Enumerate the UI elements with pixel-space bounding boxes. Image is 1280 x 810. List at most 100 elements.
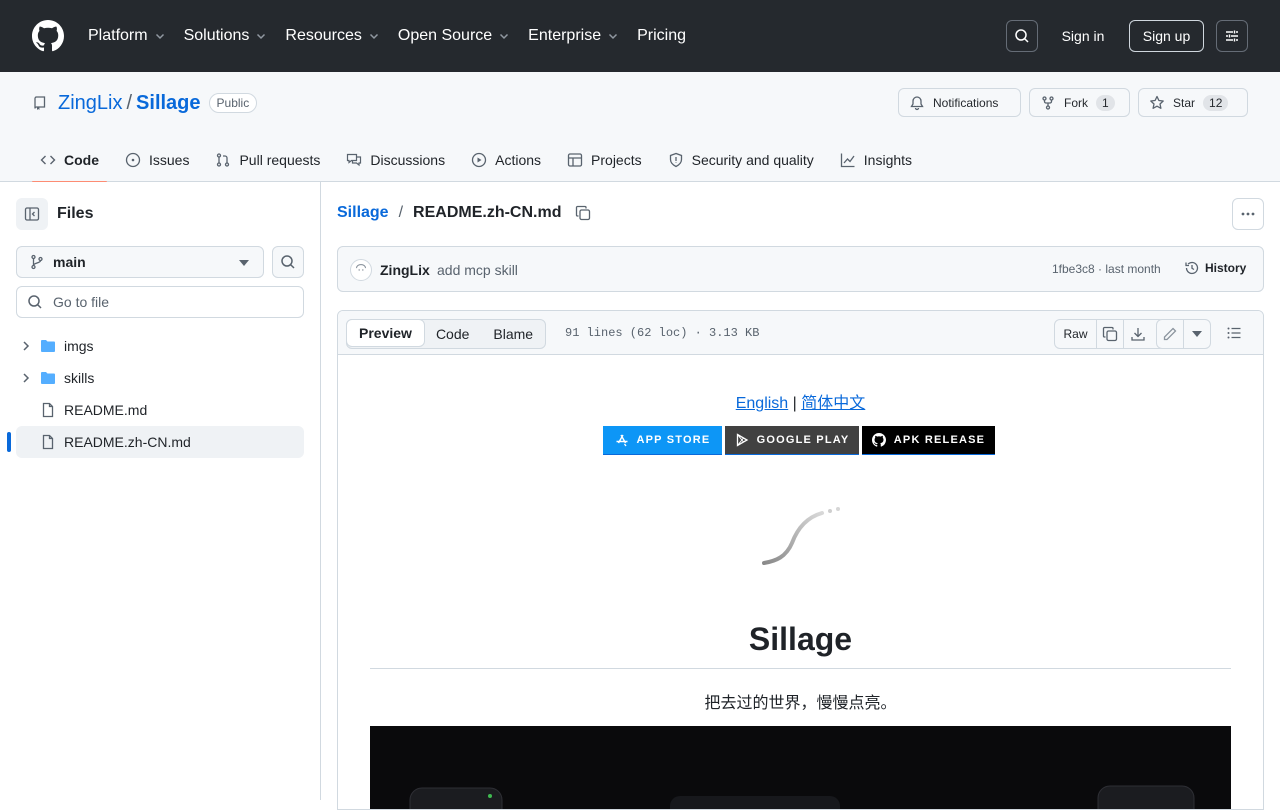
- commit-author[interactable]: ZingLix: [380, 262, 430, 278]
- breadcrumb-repo-link[interactable]: Sillage: [337, 204, 389, 222]
- download-button[interactable]: [1124, 320, 1151, 348]
- nav-platform[interactable]: Platform: [88, 0, 166, 72]
- file-search-button[interactable]: [272, 246, 304, 278]
- star-label: Star: [1173, 95, 1196, 110]
- collapse-sidebar-button[interactable]: [16, 198, 48, 230]
- nav-label: Open Source: [397, 27, 493, 44]
- list-unordered-icon[interactable]: [1226, 325, 1242, 341]
- tab-label: Projects: [591, 152, 642, 168]
- pull-request-icon: [217, 153, 230, 167]
- tab-projects[interactable]: Projects: [559, 138, 650, 182]
- graph-icon: [840, 153, 855, 168]
- google-play-badge[interactable]: GOOGLE PLAY: [725, 426, 859, 455]
- breadcrumb-separator: /: [398, 204, 404, 221]
- tab-insights[interactable]: Insights: [832, 138, 920, 182]
- go-to-file-input[interactable]: Go to file: [16, 286, 304, 318]
- apk-release-badge[interactable]: APK RELEASE: [862, 426, 995, 455]
- chevron-down-icon: [257, 33, 266, 40]
- badge-label: APP STORE: [636, 434, 711, 446]
- raw-copy-download-group: Raw: [1054, 319, 1165, 349]
- breadcrumb-file-name: README.zh-CN.md: [413, 204, 562, 221]
- notifications-button[interactable]: Notifications: [898, 88, 1021, 117]
- nav-open-source[interactable]: Open Source: [398, 0, 510, 72]
- chevron-down-icon: [609, 33, 618, 40]
- tree-item-imgs[interactable]: imgs: [16, 330, 304, 362]
- issue-icon: [125, 152, 141, 168]
- sidebar-title: Files: [57, 205, 94, 222]
- history-button[interactable]: History: [1184, 260, 1246, 276]
- git-branch-icon: [31, 254, 43, 270]
- star-button[interactable]: Star 12: [1138, 88, 1248, 117]
- view-blame-button[interactable]: Blame: [481, 320, 545, 348]
- search-icon: [281, 255, 295, 269]
- repo-owner-link[interactable]: ZingLix: [58, 92, 122, 115]
- fork-count: 1: [1096, 94, 1115, 111]
- file-tree-sidebar: Files main Go to file imgs skills README…: [0, 182, 321, 800]
- file-content-box: Preview Code Blame 91 lines (62 loc) · 3…: [337, 310, 1264, 810]
- copy-icon[interactable]: [575, 205, 591, 221]
- file-icon: [42, 434, 54, 450]
- copy-icon: [1102, 326, 1118, 342]
- copy-raw-button[interactable]: [1097, 320, 1124, 348]
- branch-selector[interactable]: main: [16, 246, 264, 278]
- chinese-link[interactable]: 简体中文: [801, 395, 865, 412]
- fork-icon: [1042, 95, 1054, 110]
- github-logo-icon[interactable]: [32, 20, 64, 52]
- tree-item-label: skills: [64, 370, 95, 386]
- nav-solutions[interactable]: Solutions: [184, 0, 268, 72]
- file-toolbar: Preview Code Blame 91 lines (62 loc) · 3…: [338, 311, 1263, 355]
- tab-security[interactable]: Security and quality: [660, 138, 822, 182]
- fork-label: Fork: [1064, 95, 1088, 110]
- repo-title-separator: /: [126, 91, 133, 114]
- commit-sha-and-time[interactable]: 1fbe3c8 · last month: [1052, 262, 1161, 276]
- shield-icon: [669, 152, 682, 168]
- fork-button[interactable]: Fork 1: [1029, 88, 1130, 117]
- triangle-down-icon: [239, 260, 249, 266]
- edit-dropdown-button[interactable]: [1184, 320, 1210, 348]
- commit-message[interactable]: add mcp skill: [437, 262, 518, 278]
- nav-pricing[interactable]: Pricing: [637, 0, 686, 72]
- nav-label: Pricing: [637, 27, 686, 44]
- download-badges: APP STORE GOOGLE PLAY APK RELEASE: [603, 426, 995, 455]
- app-store-badge[interactable]: APP STORE: [603, 426, 722, 455]
- nav-resources[interactable]: Resources: [285, 0, 379, 72]
- kebab-horizontal-icon: [1241, 212, 1255, 216]
- global-nav: Platform Solutions Resources Open Source…: [88, 0, 704, 72]
- tab-issues[interactable]: Issues: [117, 138, 197, 182]
- file-view: Sillage / README.zh-CN.md ZingLix add mc…: [337, 182, 1264, 810]
- google-play-icon: [736, 433, 748, 447]
- badge-label: APK RELEASE: [893, 434, 986, 446]
- more-options-button[interactable]: [1232, 198, 1264, 230]
- chevron-right-icon[interactable]: [20, 372, 32, 384]
- bell-icon: [910, 95, 924, 110]
- avatar[interactable]: [350, 259, 372, 281]
- nav-enterprise[interactable]: Enterprise: [528, 0, 619, 72]
- folder-icon: [41, 372, 55, 384]
- header-menu-button[interactable]: [1216, 20, 1248, 52]
- tab-discussions[interactable]: Discussions: [338, 138, 453, 182]
- tree-item-readme[interactable]: README.md: [16, 394, 304, 426]
- view-code-button[interactable]: Code: [424, 320, 481, 348]
- pencil-icon: [1163, 327, 1177, 341]
- tab-code[interactable]: Code: [32, 138, 107, 183]
- tab-label: Code: [64, 152, 99, 168]
- sign-up-button[interactable]: Sign up: [1129, 20, 1204, 52]
- notifications-label: Notifications: [933, 95, 999, 110]
- view-preview-button[interactable]: Preview: [346, 319, 425, 347]
- tab-pull-requests[interactable]: Pull requests: [207, 138, 328, 182]
- badge-label: GOOGLE PLAY: [756, 434, 850, 446]
- repo-name-link[interactable]: Sillage: [136, 92, 200, 115]
- tab-actions[interactable]: Actions: [463, 138, 549, 182]
- tree-item-label: README.zh-CN.md: [64, 434, 191, 450]
- tree-item-readme-zh-cn[interactable]: README.zh-CN.md: [7, 426, 304, 458]
- sign-in-link[interactable]: Sign in: [1050, 20, 1116, 52]
- tree-item-skills[interactable]: skills: [16, 362, 304, 394]
- header-search-button[interactable]: [1006, 20, 1038, 52]
- nav-label: Enterprise: [528, 27, 602, 44]
- english-link[interactable]: English: [736, 395, 788, 412]
- raw-button[interactable]: Raw: [1055, 320, 1097, 348]
- chevron-right-icon[interactable]: [20, 340, 32, 352]
- edit-button[interactable]: [1157, 320, 1184, 348]
- language-separator: |: [792, 395, 797, 412]
- repo-header: ZingLix / Sillage Public Notifications F…: [0, 72, 1280, 183]
